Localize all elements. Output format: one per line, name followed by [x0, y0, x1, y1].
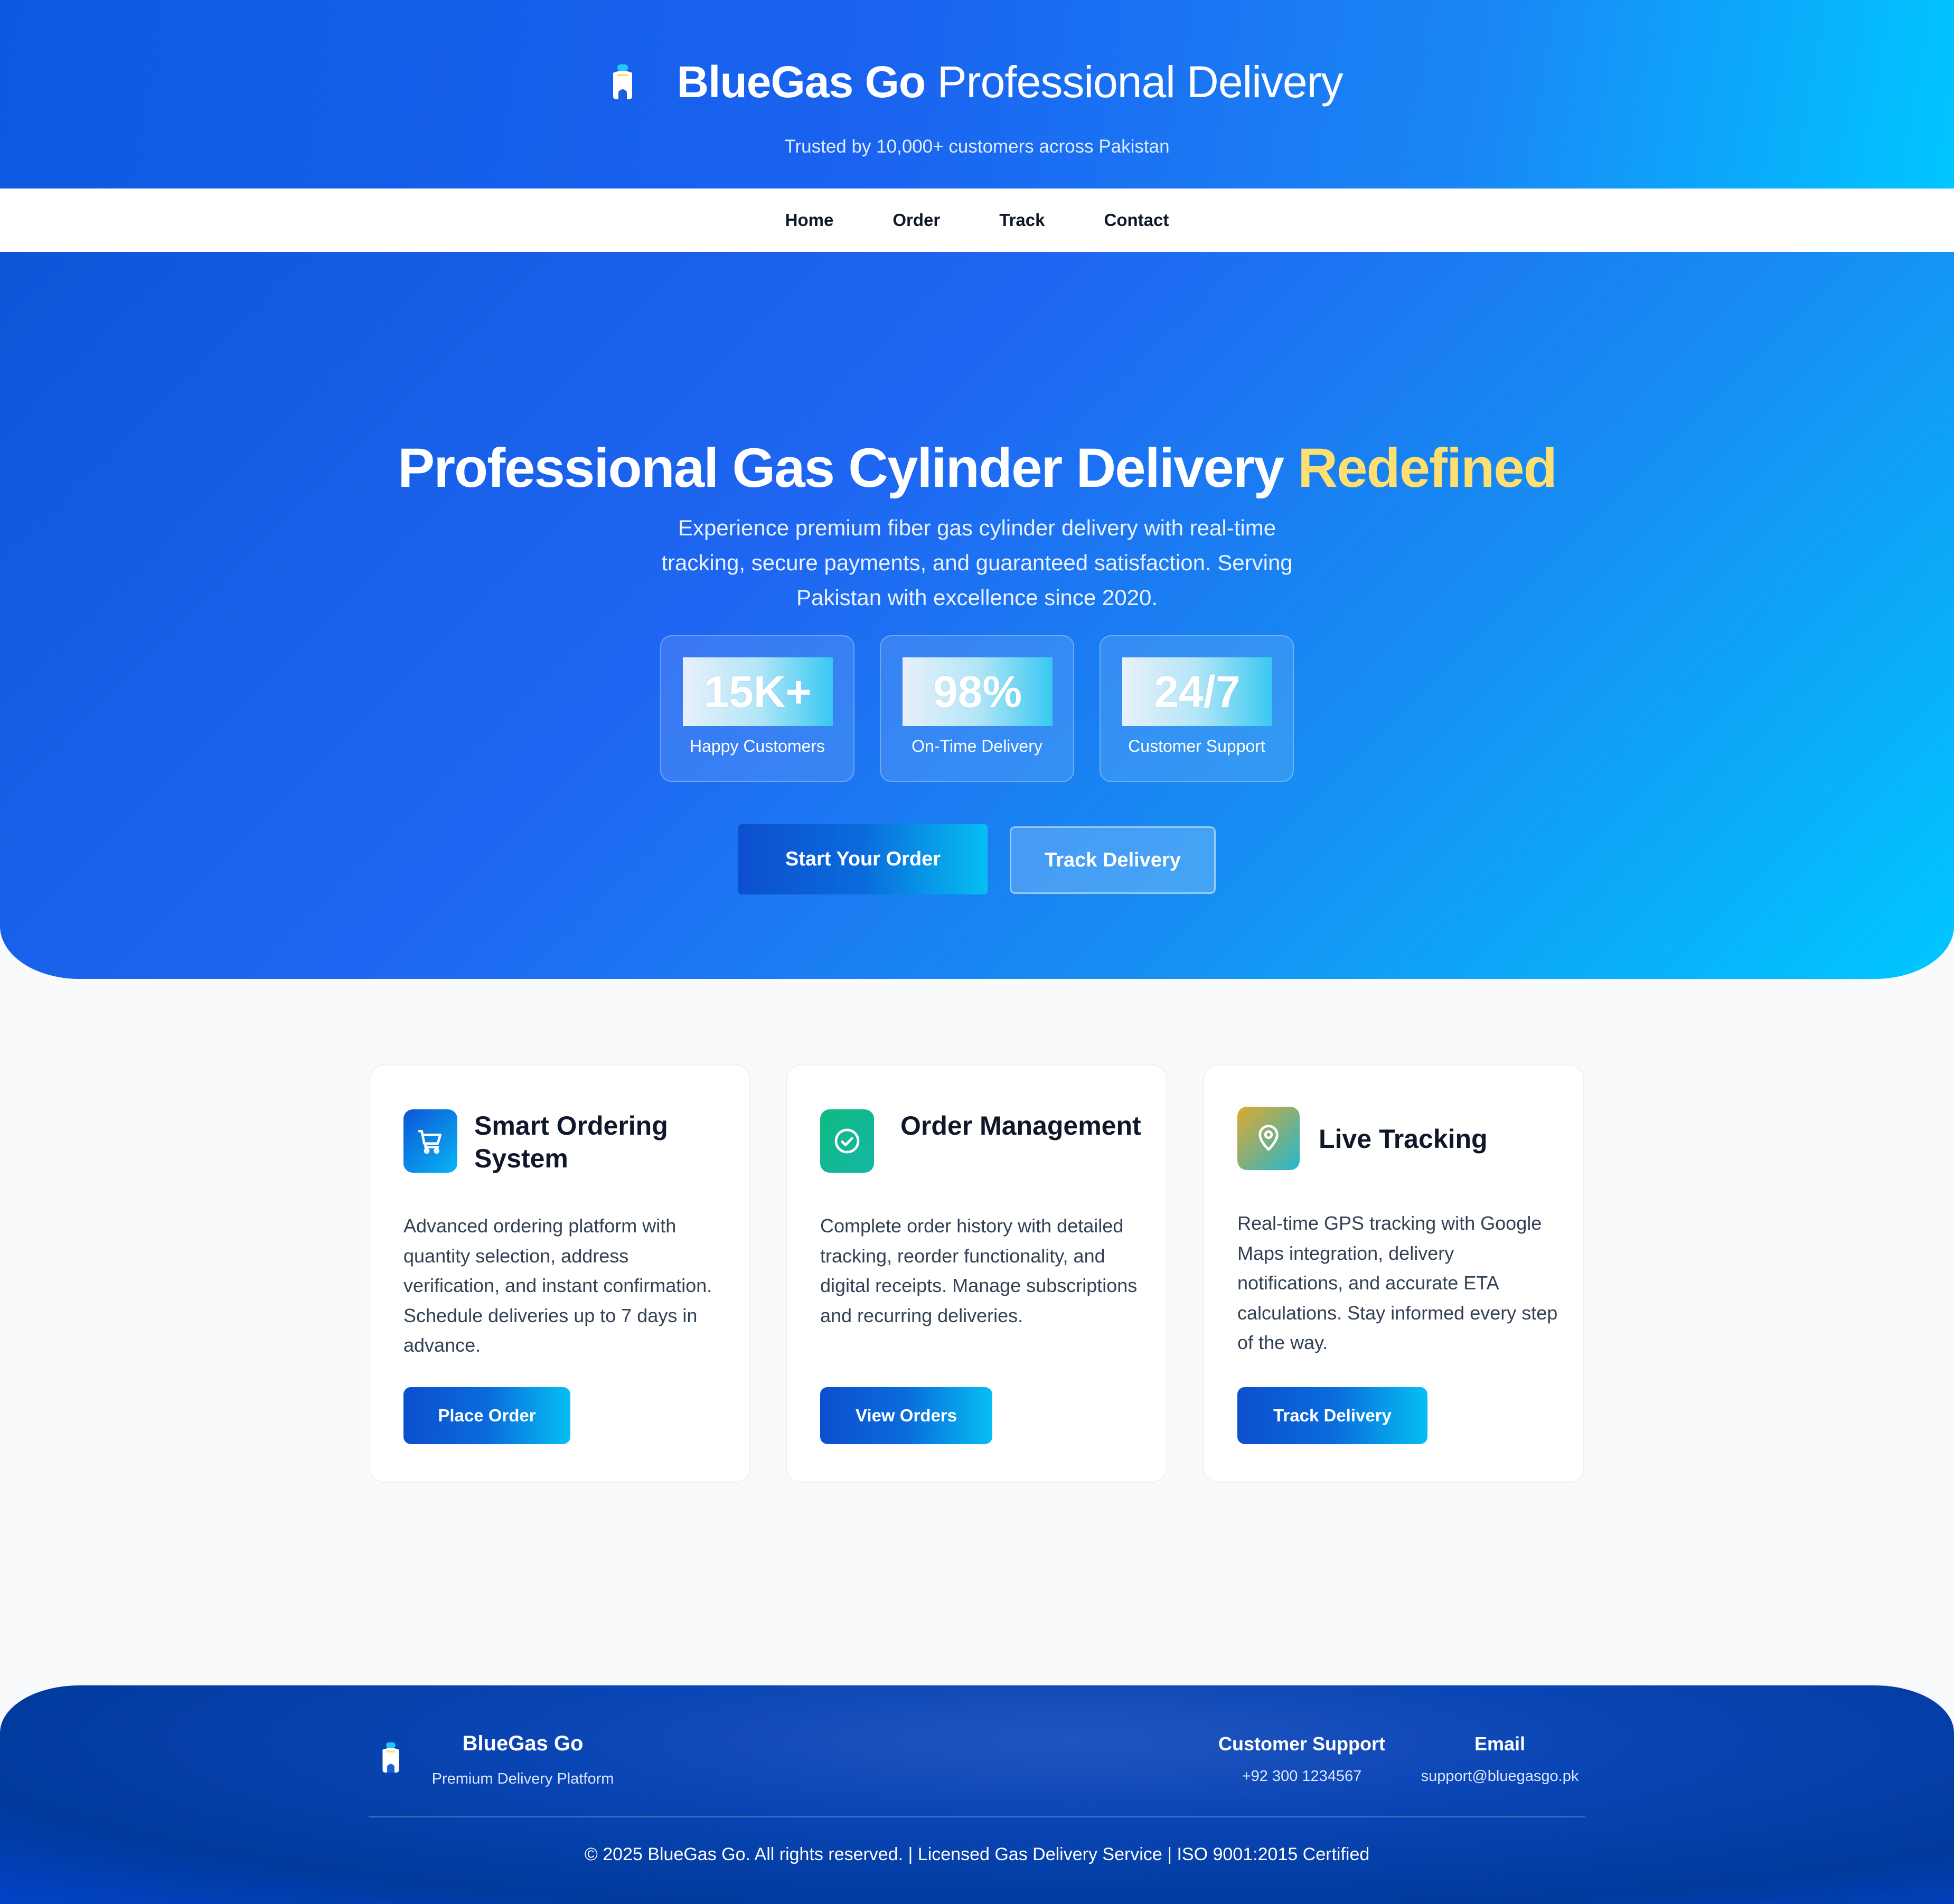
stat-label: Customer Support: [1128, 737, 1265, 756]
stat-value-box: 15K+: [683, 657, 833, 726]
footer-copyright: © 2025 BlueGas Go. All rights reserved. …: [584, 1844, 1370, 1864]
stat-label: On-Time Delivery: [912, 737, 1042, 756]
feature-card-ordering: Smart Ordering System Advanced ordering …: [369, 1064, 750, 1483]
gas-cylinder-icon: [382, 1742, 399, 1773]
card-title: Smart Ordering System: [474, 1111, 668, 1173]
brand-tagline-title: Professional Delivery: [937, 56, 1344, 107]
stat-card-customers: 15K+ Happy Customers: [660, 635, 854, 782]
hero-title-main: Professional Gas Cylinder Delivery: [398, 437, 1284, 499]
header-tagline: Trusted by 10,000+ customers across Paki…: [784, 136, 1170, 157]
nav-item-home[interactable]: Home: [785, 210, 834, 230]
stat-value: 15K+: [704, 666, 812, 717]
check-circle-icon: [820, 1109, 874, 1173]
view-orders-button[interactable]: View Orders: [820, 1387, 992, 1444]
stat-card-delivery: 98% On-Time Delivery: [880, 635, 1074, 782]
footer-support-title: Customer Support: [1218, 1733, 1385, 1755]
nav-item-contact[interactable]: Contact: [1104, 210, 1169, 230]
stat-value-box: 98%: [903, 657, 1053, 726]
track-delivery-card-button[interactable]: Track Delivery: [1237, 1387, 1427, 1444]
stat-card-support: 24/7 Customer Support: [1100, 635, 1294, 782]
footer-brand: BlueGas Go: [462, 1732, 584, 1755]
stat-value-box: 24/7: [1122, 657, 1272, 726]
nav-item-order[interactable]: Order: [893, 210, 940, 230]
footer-brand-subtitle: Premium Delivery Platform: [431, 1770, 614, 1787]
site-header: BlueGas Go Professional Delivery Trusted…: [0, 0, 1954, 188]
hero-subtitle: Experience premium fiber gas cylinder de…: [661, 515, 1293, 610]
card-description: Real-time GPS tracking with Google Maps …: [1237, 1212, 1558, 1353]
hero-title-accent: Redefined: [1298, 437, 1557, 499]
card-description: Complete order history with detailed tra…: [820, 1215, 1138, 1326]
feature-card-management: Order Management Complete order history …: [786, 1064, 1167, 1483]
map-pin-icon: [1237, 1107, 1300, 1170]
nav-item-track[interactable]: Track: [999, 210, 1045, 230]
main-nav: Home Order Track Contact: [0, 188, 1954, 252]
stat-label: Happy Customers: [689, 737, 825, 756]
footer-email-link[interactable]: support@bluegasgo.pk: [1405, 1768, 1595, 1785]
start-order-button[interactable]: Start Your Order: [738, 824, 988, 894]
footer-support-phone[interactable]: +92 300 1234567: [1183, 1768, 1421, 1785]
feature-card-tracking: Live Tracking Real-time GPS tracking wit…: [1203, 1064, 1584, 1483]
gas-cylinder-icon: [613, 64, 633, 99]
brand-title[interactable]: BlueGas Go Professional Delivery: [677, 56, 1344, 108]
place-order-button[interactable]: Place Order: [403, 1387, 570, 1444]
hero-title: Professional Gas Cylinder Delivery Redef…: [0, 437, 1954, 500]
footer-divider: [369, 1816, 1585, 1817]
card-description: Advanced ordering platform with quantity…: [403, 1215, 712, 1356]
stat-value: 24/7: [1154, 666, 1241, 717]
cart-icon: [403, 1109, 457, 1173]
brand-name: BlueGas Go: [677, 56, 926, 107]
site-footer: [0, 1685, 1954, 1904]
stats-row: 15K+ Happy Customers 98% On-Time Deliver…: [660, 635, 1294, 782]
track-delivery-button[interactable]: Track Delivery: [1010, 826, 1216, 894]
stat-value: 98%: [933, 666, 1022, 717]
brand-row: BlueGas Go Professional Delivery: [0, 50, 1954, 114]
card-title: Live Tracking: [1319, 1124, 1488, 1154]
footer-email-title: Email: [1474, 1733, 1526, 1755]
card-title: Order Management: [900, 1111, 1141, 1140]
